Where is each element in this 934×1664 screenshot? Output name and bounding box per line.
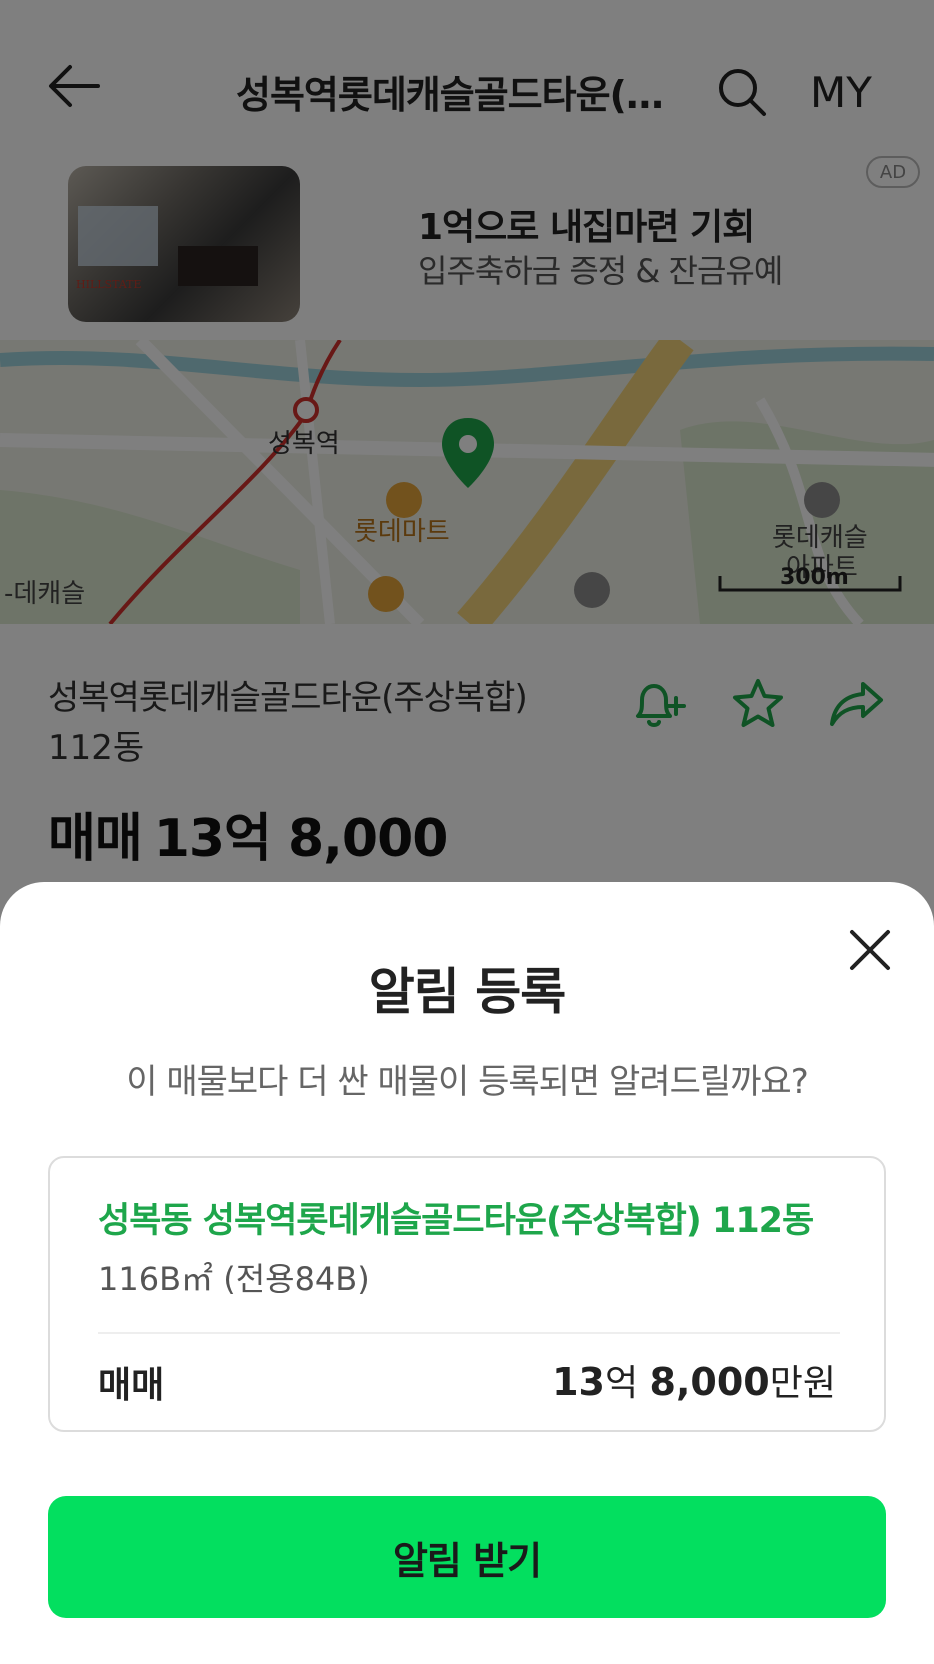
card-price-man-unit: 만원	[769, 1363, 836, 1404]
app-screen: 성복역롯데캐슬골드타운(… MY HILLSTATE 1억으로 내집마련 기회 …	[0, 0, 934, 1664]
card-price-man-num: 8,000	[649, 1360, 770, 1404]
sheet-title: 알림 등록	[368, 963, 566, 1021]
receive-alert-button[interactable]: 알림 받기	[48, 1496, 886, 1618]
card-price: 13억 8,000만원	[552, 1354, 836, 1406]
card-price-eok-unit: 억	[604, 1363, 639, 1404]
sheet-description: 이 매물보다 더 싼 매물이 등록되면 알려드릴까요?	[126, 1062, 809, 1102]
card-listing-name: 성복동 성복역롯데캐슬골드타운(주상복합) 112동	[98, 1201, 814, 1241]
card-deal-type: 매매	[98, 1365, 165, 1406]
alert-register-sheet: 알림 등록 이 매물보다 더 싼 매물이 등록되면 알려드릴까요? 성복동 성복…	[0, 882, 934, 1664]
card-divider	[98, 1332, 840, 1334]
listing-summary-card: 성복동 성복역롯데캐슬골드타운(주상복합) 112동 116B㎡ (전용84B)…	[48, 1156, 886, 1432]
card-area: 116B㎡ (전용84B)	[98, 1260, 370, 1298]
card-price-eok-num: 13	[552, 1360, 605, 1404]
